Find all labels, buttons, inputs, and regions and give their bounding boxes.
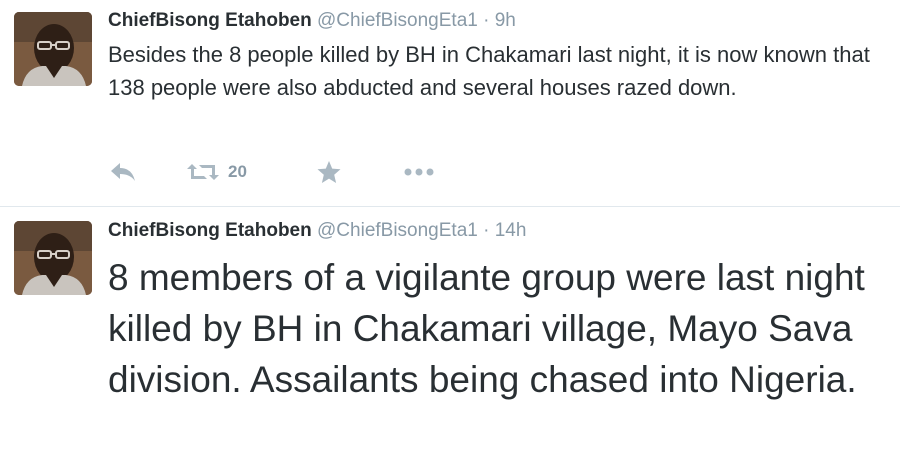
- avatar[interactable]: [14, 221, 92, 295]
- tweet: ChiefBisong Etahoben @ChiefBisongEta1 · …: [0, 207, 900, 459]
- author-name[interactable]: ChiefBisong Etahoben: [108, 10, 312, 31]
- author-name[interactable]: ChiefBisong Etahoben: [108, 220, 312, 241]
- tweet-header: ChiefBisong Etahoben @ChiefBisongEta1 · …: [108, 9, 516, 33]
- retweet-button[interactable]: 20: [186, 156, 247, 188]
- author-handle[interactable]: @ChiefBisongEta1: [317, 220, 478, 241]
- retweet-icon: [187, 164, 219, 180]
- favorite-button[interactable]: [316, 156, 342, 188]
- avatar-photo: [14, 221, 92, 295]
- avatar[interactable]: [14, 12, 92, 86]
- tweet-text: Besides the 8 people killed by BH in Cha…: [108, 42, 870, 100]
- reply-button[interactable]: [108, 156, 138, 188]
- avatar-photo: [14, 12, 92, 86]
- retweet-count: 20: [228, 162, 247, 181]
- tweet: ChiefBisong Etahoben @ChiefBisongEta1 · …: [0, 0, 900, 206]
- reply-icon: [111, 163, 135, 181]
- tweet-timestamp[interactable]: 9h: [495, 10, 516, 31]
- header-separator: ·: [483, 220, 490, 241]
- tweet-timestamp[interactable]: 14h: [495, 220, 527, 241]
- more-button[interactable]: [402, 156, 436, 188]
- more-icon: [404, 168, 434, 176]
- tweet-feed: ChiefBisong Etahoben @ChiefBisongEta1 · …: [0, 0, 900, 459]
- header-separator: ·: [483, 10, 490, 31]
- author-handle[interactable]: @ChiefBisongEta1: [317, 10, 478, 31]
- tweet-actions: 20: [108, 156, 448, 188]
- favorite-icon: [317, 161, 341, 183]
- tweet-text: 8 members of a vigilante group were last…: [108, 257, 865, 400]
- tweet-header: ChiefBisong Etahoben @ChiefBisongEta1 · …: [108, 219, 526, 243]
